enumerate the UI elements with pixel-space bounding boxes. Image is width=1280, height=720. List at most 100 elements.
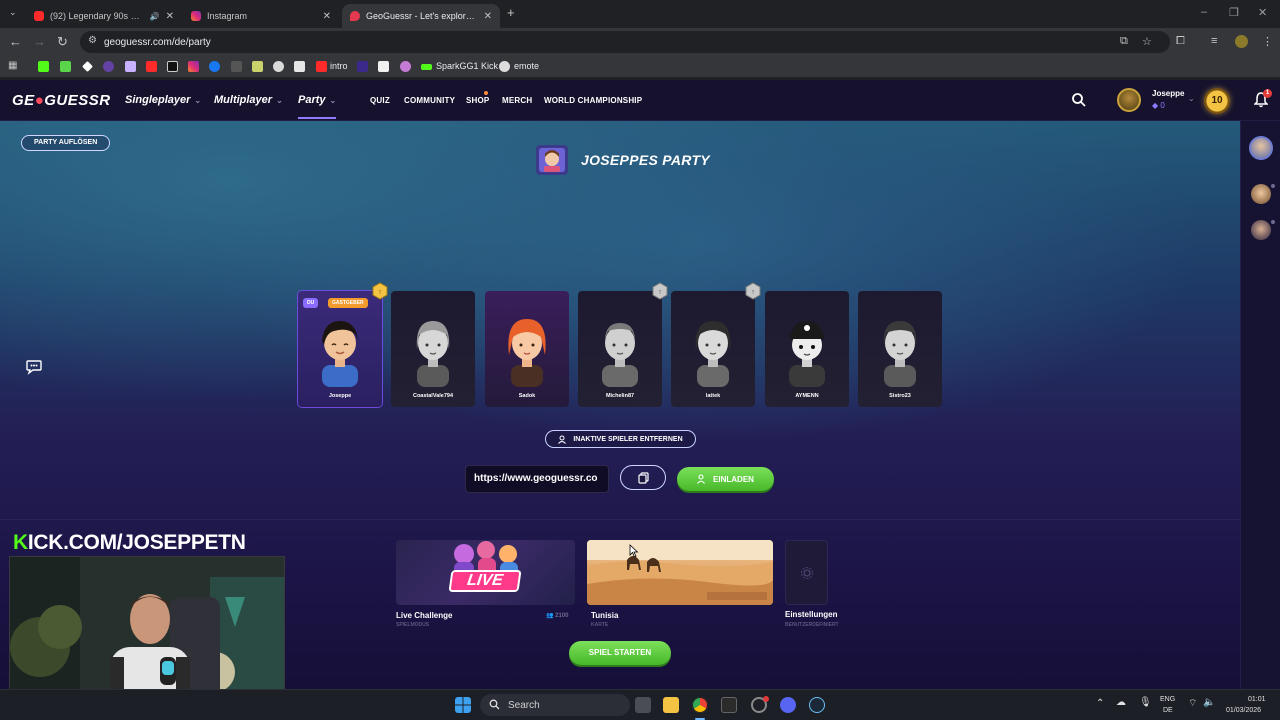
youtube-bookmark-icon[interactable]	[146, 61, 157, 72]
new-tab-icon[interactable]: +	[507, 5, 515, 20]
obs-bookmark-icon[interactable]	[231, 61, 242, 72]
language-bottom[interactable]: DE	[1163, 707, 1173, 714]
geoguessr-logo[interactable]: GE●GUESSR	[12, 92, 111, 109]
player-card[interactable]: CoastalVale794	[391, 291, 475, 407]
chevron-down-icon[interactable]: ⌄	[1188, 94, 1195, 103]
invite-button[interactable]: EINLADEN	[677, 467, 774, 491]
nav-shop[interactable]: SHOP	[466, 96, 489, 105]
menu-dots-icon[interactable]: ⋮	[1262, 35, 1273, 48]
tab-search-chevron-icon[interactable]: ⌄	[9, 7, 17, 18]
phone-bookmark-icon[interactable]	[400, 61, 411, 72]
map-card-tunisia[interactable]	[587, 540, 773, 605]
close-tab-icon[interactable]: ✕	[484, 11, 492, 22]
reload-icon[interactable]: ↻	[57, 34, 68, 50]
v-bookmark-icon[interactable]	[357, 61, 368, 72]
show-hidden-icons[interactable]: ⌃	[1096, 698, 1104, 709]
player-card[interactable]: Sadok	[485, 291, 569, 407]
kick-small-bookmark-icon[interactable]	[421, 64, 432, 70]
chat-bookmark-icon[interactable]	[273, 61, 284, 72]
nav-merch[interactable]: MERCH	[502, 96, 532, 105]
task-view-icon[interactable]	[635, 697, 651, 713]
d-bookmark-icon[interactable]	[60, 61, 71, 72]
close-tab-icon[interactable]: ✕	[166, 11, 174, 22]
diamond-bookmark-icon[interactable]	[82, 61, 93, 72]
forward-icon[interactable]: →	[33, 34, 46, 50]
chrome-icon[interactable]	[692, 697, 708, 713]
microphone-icon[interactable]: 🎙	[1139, 697, 1152, 708]
discord-icon[interactable]	[780, 697, 796, 713]
instagram-bookmark-icon[interactable]	[188, 61, 199, 72]
player-card[interactable]: AYMENN	[765, 291, 849, 407]
doc-bookmark-icon[interactable]	[294, 61, 305, 72]
clock-time[interactable]: 01:01	[1248, 696, 1266, 703]
webcam-feed	[9, 556, 285, 708]
settings-card[interactable]	[785, 540, 828, 605]
clock-date[interactable]: 01/03/2026	[1226, 707, 1261, 714]
search-icon[interactable]	[1071, 92, 1087, 108]
back-icon[interactable]: ←	[9, 34, 22, 50]
tab-instagram[interactable]: Instagram ✕	[183, 4, 339, 28]
taskbar-search[interactable]: Search	[480, 694, 630, 716]
tab-geoguessr[interactable]: GeoGuessr - Let's explore the w ✕	[342, 4, 500, 28]
kick-bookmark-icon[interactable]	[38, 61, 49, 72]
friend-avatar[interactable]	[1251, 184, 1271, 204]
file-explorer-icon[interactable]	[663, 697, 679, 713]
star-bookmark-icon[interactable]	[252, 61, 263, 72]
nav-multiplayer[interactable]: Multiplayer ⌄	[214, 94, 283, 106]
bookmark-emote[interactable]: emote	[514, 61, 539, 71]
cast-icon[interactable]: ⧉	[1120, 35, 1128, 48]
user-avatar[interactable]	[1117, 88, 1141, 112]
player-card[interactable]: Sistro23	[858, 291, 942, 407]
friend-avatar[interactable]	[1249, 136, 1273, 160]
bookmark-intro[interactable]: intro	[330, 61, 348, 71]
language-top[interactable]: ENG	[1160, 696, 1175, 703]
extensions-icon[interactable]: ⧠	[1176, 35, 1185, 48]
close-window-icon[interactable]: ✕	[1258, 6, 1267, 19]
nav-world-championship[interactable]: WORLD CHAMPIONSHIP	[544, 96, 642, 105]
site-info-icon[interactable]: ⚙	[88, 35, 97, 46]
invite-link-field[interactable]: https://www.geoguessr.co	[465, 465, 609, 493]
nav-quiz[interactable]: QUIZ	[370, 96, 390, 105]
nav-singleplayer[interactable]: Singleplayer ⌄	[125, 94, 201, 106]
facebook-bookmark-icon[interactable]	[209, 61, 220, 72]
kofi-bookmark-icon[interactable]	[125, 61, 136, 72]
profile-avatar-icon[interactable]	[1235, 35, 1248, 48]
emote-bookmark-icon[interactable]	[499, 61, 510, 72]
youtube-intro-icon[interactable]	[316, 61, 327, 72]
twitch-bookmark-icon[interactable]	[103, 61, 114, 72]
player-card[interactable]: ↑ lattek	[671, 282, 761, 407]
tiktok-bookmark-icon[interactable]	[167, 61, 178, 72]
chat-icon[interactable]	[25, 358, 43, 376]
bookmark-star-icon[interactable]: ☆	[1142, 35, 1152, 48]
network-app-icon[interactable]: ☁	[1116, 697, 1126, 708]
steam-icon[interactable]	[809, 697, 825, 713]
player-card[interactable]: ↑ Michelin87	[578, 282, 668, 407]
close-tab-icon[interactable]: ✕	[323, 11, 331, 22]
media-icon[interactable]: ≡	[1211, 35, 1217, 47]
minimize-icon[interactable]: –	[1201, 6, 1207, 18]
invite-label: EINLADEN	[713, 474, 754, 484]
remove-inactive-players-button[interactable]: INAKTIVE SPIELER ENTFERNEN	[545, 430, 696, 448]
game-mode-card-live-challenge[interactable]: LIVE	[396, 540, 575, 605]
tab-youtube[interactable]: (92) Legendary 90s & 2000s 🔊 ✕	[26, 4, 182, 28]
wifi-icon[interactable]: ⌔	[1188, 697, 1197, 710]
nav-community[interactable]: COMMUNITY	[404, 96, 455, 105]
speaker-icon[interactable]: 🔊	[150, 12, 160, 21]
apps-grid-icon[interactable]: ▦	[8, 60, 17, 71]
nav-party[interactable]: Party ⌄	[298, 94, 337, 119]
level-badge[interactable]: 10	[1204, 88, 1230, 114]
p-bookmark-icon[interactable]	[378, 61, 389, 72]
party-avatars-icon	[536, 145, 568, 175]
epic-games-icon[interactable]	[721, 697, 737, 713]
username[interactable]: Joseppe	[1152, 89, 1184, 98]
speaker-icon[interactable]: 🔈	[1203, 697, 1215, 708]
bookmark-sparkgg1-kick[interactable]: SparkGG1 Kick	[436, 61, 498, 71]
friend-avatar[interactable]	[1251, 220, 1271, 240]
disband-party-button[interactable]: PARTY AUFLÖSEN	[21, 135, 111, 151]
copy-link-button[interactable]	[620, 465, 666, 490]
start-game-button[interactable]: SPIEL STARTEN	[569, 641, 671, 665]
windows-start-icon[interactable]	[455, 697, 471, 713]
player-card[interactable]: DU GASTGEBER ↑ Joseppe	[298, 282, 388, 407]
restore-icon[interactable]: ❐	[1229, 6, 1239, 19]
address-bar[interactable]: ⚙ geoguessr.com/de/party	[80, 31, 1170, 53]
